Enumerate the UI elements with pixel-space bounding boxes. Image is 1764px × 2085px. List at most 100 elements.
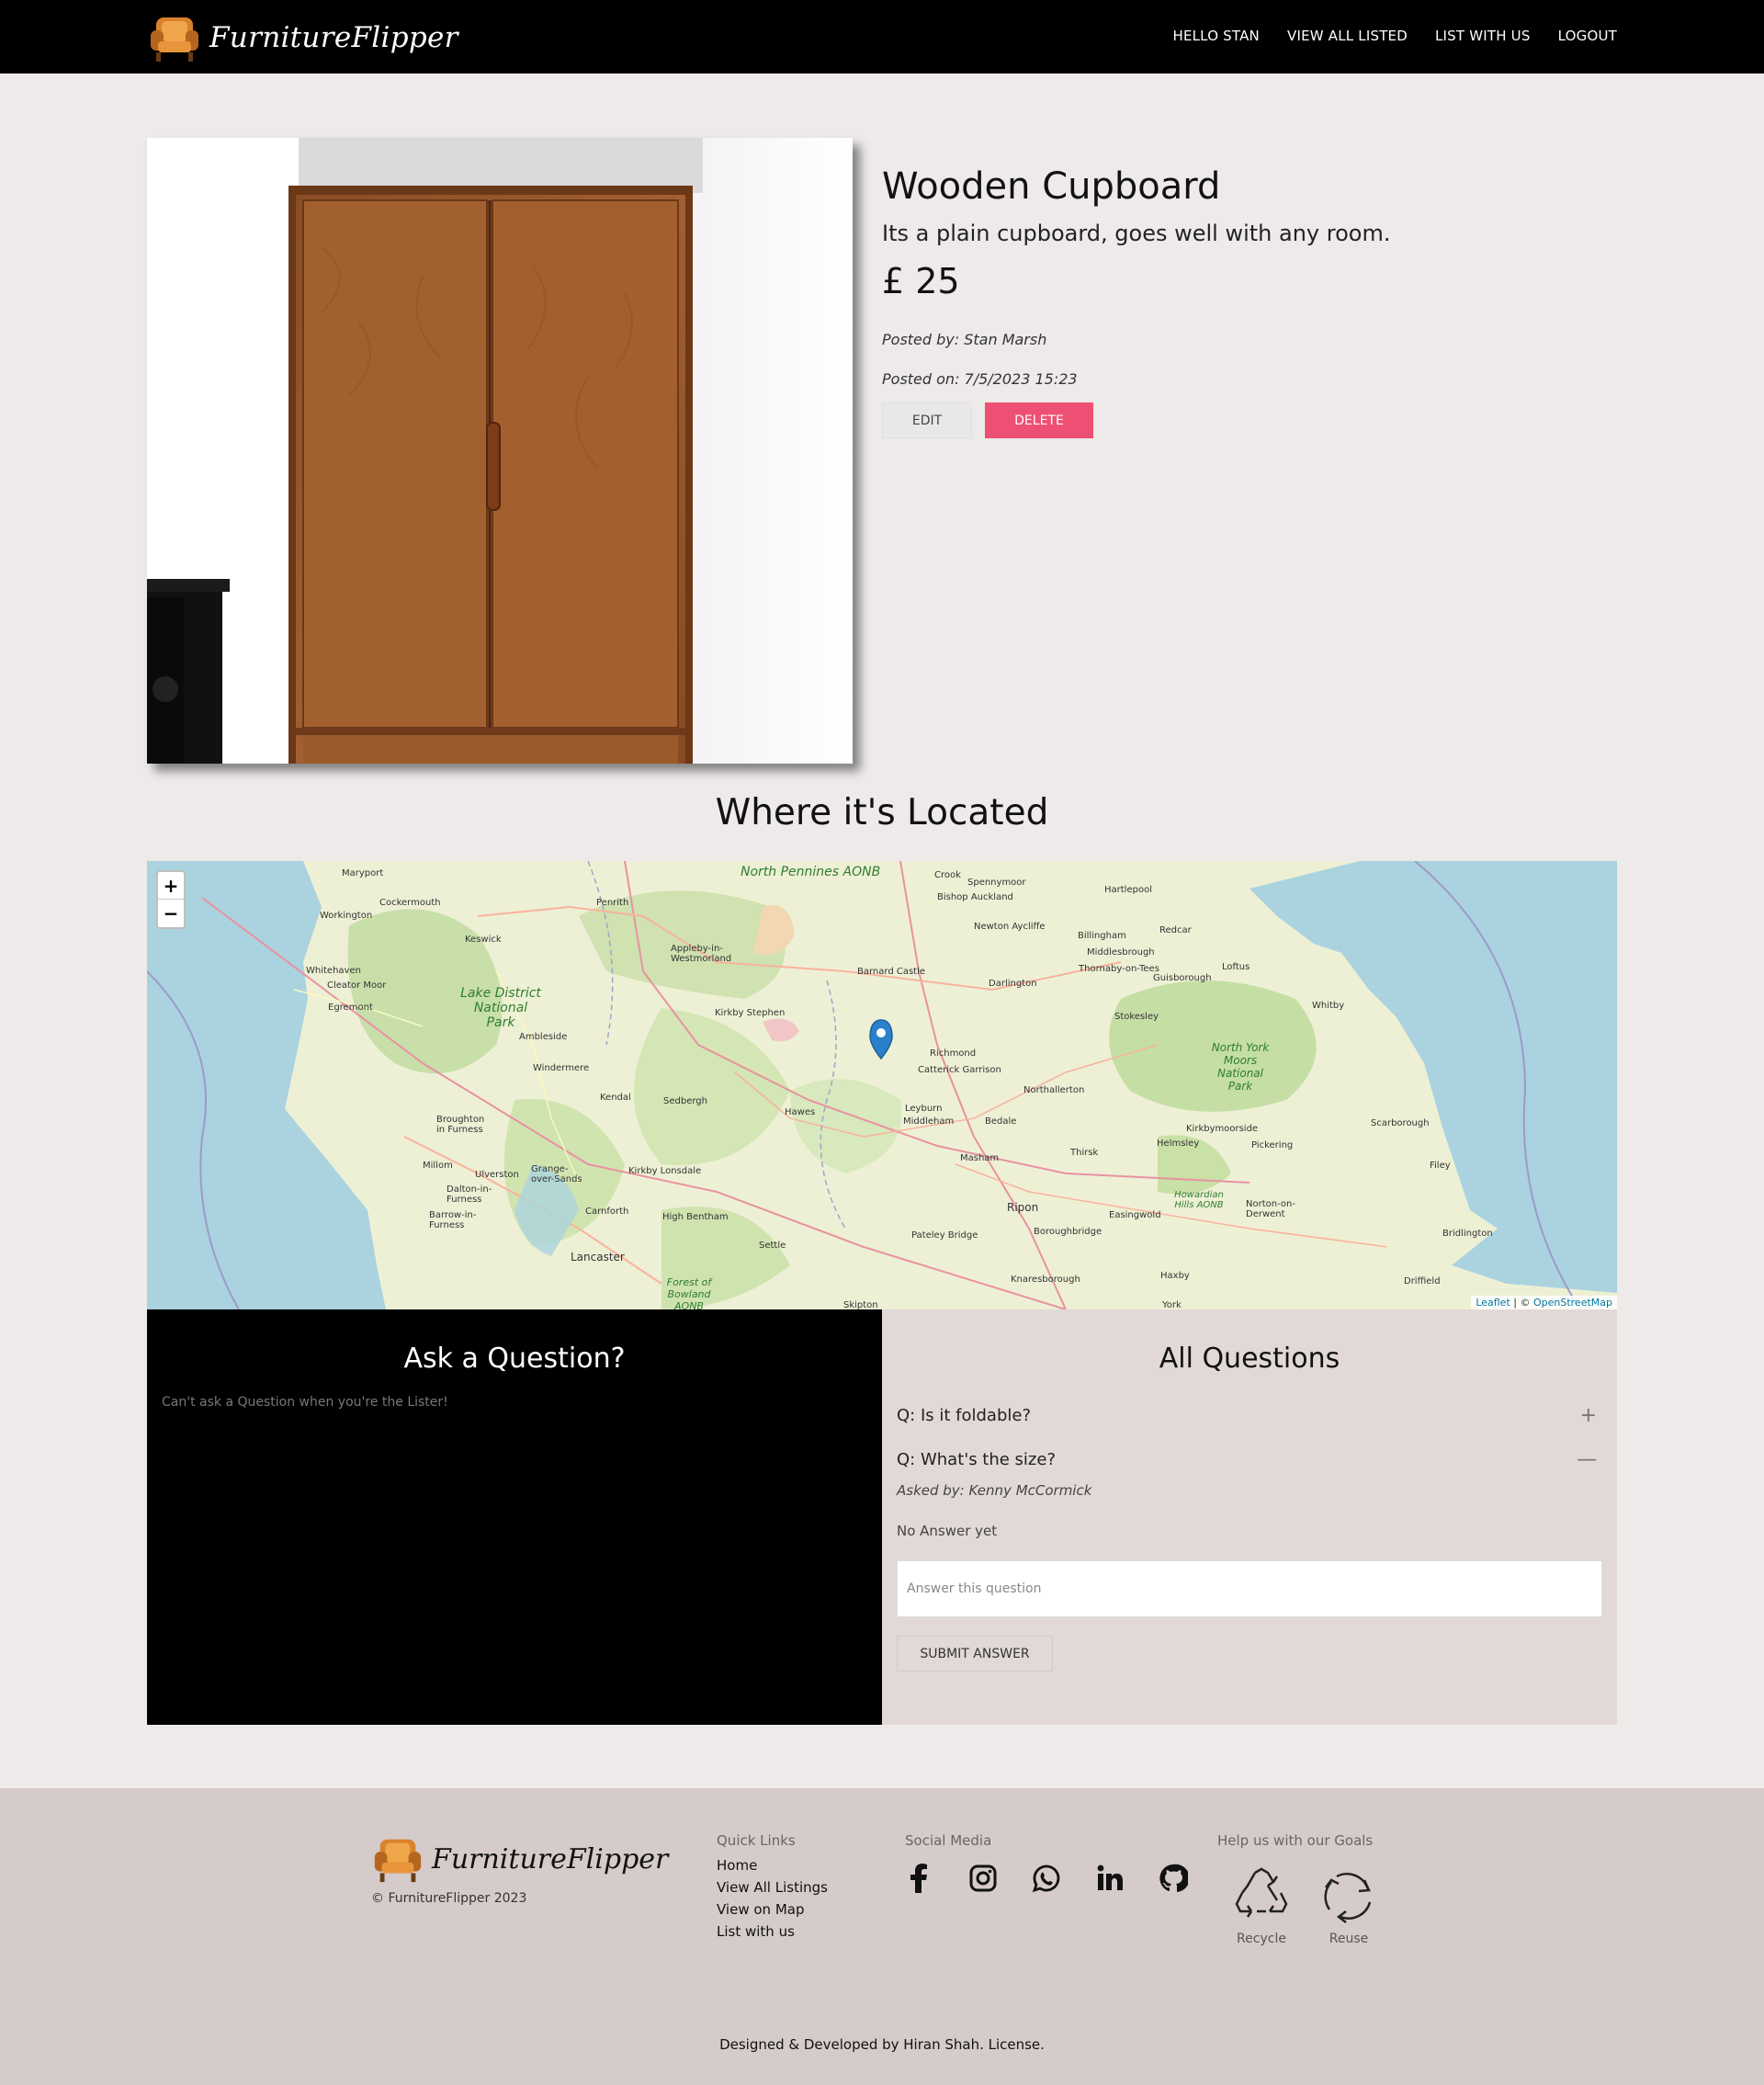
delete-button[interactable]: DELETE [985,402,1093,438]
map-place-label: Carnforth [585,1207,629,1217]
map-place-label: Middlesbrough [1087,947,1155,958]
social-icons [905,1864,1222,1893]
map-place-label: Thirsk [1070,1148,1099,1158]
map-place-label: Kirkbymoorside [1186,1124,1259,1134]
footer-link-view-all-listings[interactable]: View All Listings [717,1876,828,1898]
map-place-label: Loftus [1222,962,1250,972]
submit-answer-button[interactable]: SUBMIT ANSWER [897,1636,1053,1671]
map-place-label: Barnard Castle [857,967,926,977]
map-place-label: Howardian Hills AONB [1174,1190,1224,1210]
footer-link-view-on-map[interactable]: View on Map [717,1898,828,1921]
nav-logout[interactable]: LOGOUT [1558,28,1617,44]
map-place-label: Dalton-in-Furness [447,1184,492,1205]
github-icon[interactable] [1159,1864,1188,1893]
recycle-label: Recycle [1237,1932,1286,1946]
map-place-label: Scarborough [1371,1118,1430,1128]
recycle-goal: Recycle [1231,1865,1292,1946]
edit-button[interactable]: EDIT [882,402,972,438]
openstreetmap-link[interactable]: OpenStreetMap [1533,1297,1612,1309]
map-place-label: Whitby [1312,1001,1345,1011]
brand-logo-link[interactable]: FurnitureFlipper [147,9,458,66]
all-questions-title: All Questions [1159,1343,1340,1375]
all-questions-panel: All Questions Q: Is it foldable? + Q: Wh… [882,1309,1617,1725]
question-text: Q: What's the size? [897,1450,1057,1469]
location-map[interactable]: Maryport Cockermouth Workington Keswick … [147,861,1617,1309]
leaflet-link[interactable]: Leaflet [1476,1297,1510,1309]
footer: FurnitureFlipper © FurnitureFlipper 2023… [0,1788,1764,2085]
product-description: Its a plain cupboard, goes well with any… [882,221,1391,246]
nav-greeting[interactable]: HELLO STAN [1172,28,1260,44]
map-place-label: Bridlington [1442,1229,1493,1239]
map-place-label: Ulverston [475,1170,519,1180]
nav-view-all-listed[interactable]: VIEW ALL LISTED [1287,28,1408,44]
map-place-label: Penrith [596,898,629,908]
nav-list-with-us[interactable]: LIST WITH US [1435,28,1531,44]
quick-links-title: Quick Links [717,1832,796,1849]
attribution-separator: | © [1510,1297,1533,1309]
map-place-label: Masham [960,1153,1000,1163]
map-place-label: Filey [1430,1161,1451,1171]
map-place-label: Skipton [843,1300,878,1309]
footer-brand[interactable]: FurnitureFlipper [371,1832,668,1886]
map-place-label: Thornaby-on-Tees [1079,964,1159,974]
quick-links: Home View All Listings View on Map List … [717,1854,828,1943]
answer-input[interactable] [897,1560,1602,1617]
facebook-icon[interactable] [905,1864,934,1893]
collapse-icon[interactable]: — [1577,1448,1597,1471]
footer-link-list-with-us[interactable]: List with us [717,1921,828,1943]
map-place-label: Boroughbridge [1034,1227,1102,1237]
map-place-label: Haxby [1160,1271,1190,1281]
map-place-label: Middleham [903,1116,955,1127]
ask-question-note: Can't ask a Question when you're the Lis… [162,1395,448,1410]
posted-by: Posted by: Stan Marsh [882,331,1047,348]
map-place-label: Leyburn [905,1104,943,1114]
zoom-out-button[interactable]: − [158,900,184,927]
footer-brand-name: FurnitureFlipper [432,1842,669,1875]
map-place-label: Whitehaven [306,966,361,976]
map-place-label: Kirkby Stephen [715,1008,786,1018]
map-place-label: York [1162,1300,1182,1309]
map-place-label: Bedale [985,1116,1017,1127]
map-place-label: Northallerton [1023,1085,1085,1095]
no-answer-text: No Answer yet [897,1523,998,1539]
map-place-label: North York Moors National Park [1211,1041,1270,1093]
footer-link-home[interactable]: Home [717,1854,828,1876]
linkedin-icon[interactable] [1095,1864,1125,1893]
social-media-title: Social Media [905,1832,992,1849]
map-place-label: Pickering [1251,1140,1294,1150]
zoom-in-button[interactable]: + [158,872,184,900]
credits: Designed & Developed by Hiran Shah. Lice… [719,2036,1045,2053]
map-place-label: Broughton in Furness [436,1115,485,1135]
map-place-label: Cockermouth [379,898,441,908]
question-item[interactable]: Q: Is it foldable? + [897,1404,1602,1427]
instagram-icon[interactable] [968,1864,998,1893]
map-place-label: Barrow-in-Furness [429,1210,477,1230]
map-place-label: Windermere [533,1063,590,1073]
question-text: Q: Is it foldable? [897,1406,1032,1425]
map-attribution: Leaflet | © OpenStreetMap [1471,1296,1617,1309]
copyright: © FurnitureFlipper 2023 [371,1891,527,1906]
recycle-icon [1235,1867,1288,1918]
whatsapp-icon[interactable] [1032,1864,1061,1893]
map-place-label: Settle [759,1241,786,1251]
map-place-label: Forest of Bowland AONB [666,1276,712,1309]
map-place-label: Bishop Auckland [937,892,1013,902]
reuse-label: Reuse [1329,1932,1369,1946]
map-place-label: Egremont [328,1003,373,1013]
action-buttons: EDIT DELETE [882,402,1617,438]
expand-icon[interactable]: + [1580,1404,1597,1427]
map-place-label: Kendal [600,1093,631,1103]
map-place-label: Ripon [1007,1201,1039,1214]
armchair-logo-icon [151,17,198,62]
map-place-label: Hawes [785,1107,816,1117]
map-place-label: Stokesley [1114,1012,1159,1022]
question-item[interactable]: Q: What's the size? — [897,1448,1602,1471]
map-place-label: Appleby-in-Westmorland [671,944,732,964]
map-place-label: Norton-on-Derwent [1246,1199,1295,1219]
product-title: Wooden Cupboard [882,165,1221,208]
reuse-icon [1324,1873,1372,1923]
map-place-label: Knaresborough [1011,1275,1080,1285]
product-info: Wooden Cupboard Its a plain cupboard, go… [882,165,1617,438]
map-place-label: Ambleside [519,1032,568,1042]
product-image [147,138,853,764]
